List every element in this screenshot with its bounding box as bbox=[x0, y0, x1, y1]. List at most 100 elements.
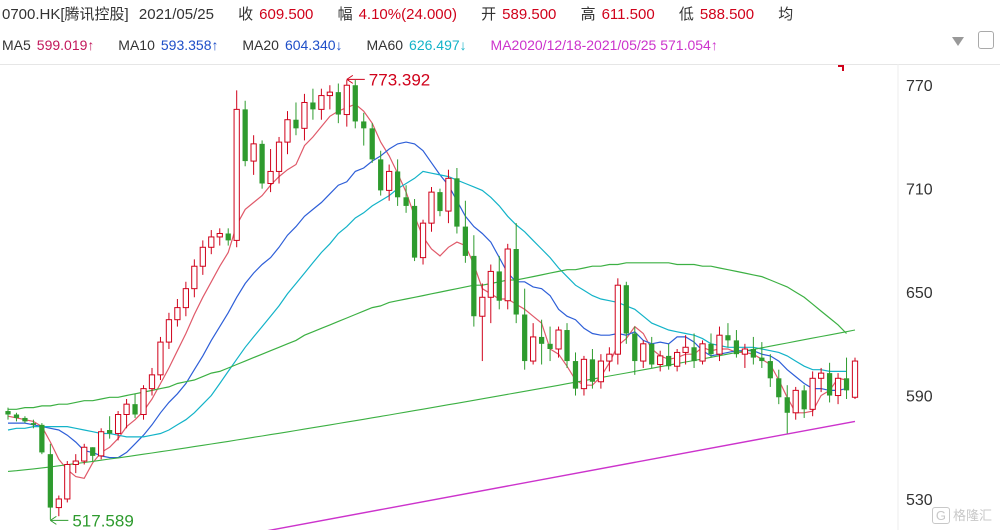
low-label: 低 bbox=[678, 6, 694, 23]
candle-body bbox=[513, 249, 519, 315]
candle-body bbox=[555, 329, 562, 350]
close-label: 收 bbox=[238, 6, 254, 23]
candle-body bbox=[47, 454, 53, 508]
candle-body bbox=[682, 346, 689, 353]
candle-body bbox=[225, 233, 231, 241]
candle-body bbox=[335, 92, 341, 115]
corner-controls bbox=[944, 31, 994, 50]
ma5-label: MA5 bbox=[2, 37, 31, 53]
low-annotation-label: 517.589 bbox=[72, 511, 133, 530]
candle-body bbox=[114, 414, 122, 434]
candle-body bbox=[140, 388, 147, 415]
candle-body bbox=[792, 389, 799, 414]
candle-body bbox=[733, 340, 740, 355]
candle-body bbox=[403, 197, 409, 206]
watermark: G 格隆汇 bbox=[931, 505, 992, 524]
candle-body bbox=[741, 348, 749, 355]
candle-body bbox=[487, 270, 494, 298]
candle-body bbox=[233, 108, 240, 241]
candle-body bbox=[361, 121, 367, 129]
candle-body bbox=[157, 341, 164, 376]
candle-body bbox=[419, 222, 427, 259]
high-value: 611.500 bbox=[601, 6, 655, 23]
candle-body bbox=[208, 236, 215, 248]
ma10-value: 593.358↑ bbox=[160, 37, 219, 53]
candle-body bbox=[445, 177, 452, 212]
candle-body bbox=[649, 343, 655, 365]
candle-body bbox=[462, 226, 469, 256]
candle-body bbox=[132, 404, 138, 415]
change-label: 幅 bbox=[337, 6, 353, 23]
candle-body bbox=[674, 351, 681, 367]
candle-body bbox=[809, 377, 816, 410]
candle-body bbox=[801, 390, 807, 410]
candle-body bbox=[123, 403, 130, 415]
candle-body bbox=[632, 333, 638, 362]
low-value: 588.500 bbox=[699, 6, 755, 23]
candle-body bbox=[589, 359, 596, 382]
candle-body bbox=[191, 265, 198, 290]
candle-body bbox=[640, 343, 647, 362]
candle-body bbox=[428, 191, 435, 224]
candle-body bbox=[98, 431, 105, 457]
candle-body bbox=[72, 460, 79, 465]
candlestick-chart[interactable]: 530 590 650 710 770 773.392 517.589 bbox=[0, 64, 1000, 530]
date-label: 2021/05/25 bbox=[138, 6, 214, 23]
candle-body bbox=[657, 355, 664, 366]
avg-label: 均 bbox=[778, 6, 794, 23]
candle-body bbox=[522, 314, 528, 362]
dropdown-triangle-icon[interactable] bbox=[951, 36, 964, 46]
candle-body bbox=[55, 498, 62, 509]
candle-body bbox=[378, 159, 384, 191]
candle-body bbox=[454, 178, 460, 227]
candle-body bbox=[250, 143, 257, 162]
candle-body bbox=[13, 414, 20, 418]
candle-body bbox=[275, 141, 283, 172]
candle-body bbox=[369, 128, 375, 160]
lock-icon[interactable] bbox=[978, 31, 994, 49]
ma60-value: 626.497↓ bbox=[409, 37, 467, 53]
candle-body bbox=[471, 255, 477, 317]
ma20-value: 604.340↓ bbox=[284, 37, 343, 53]
latest-marker-icon bbox=[838, 65, 844, 71]
candle-body bbox=[759, 357, 765, 362]
candle-body bbox=[784, 397, 790, 413]
candle-body bbox=[90, 447, 96, 456]
candle-body bbox=[691, 347, 697, 362]
candle-body bbox=[310, 102, 316, 110]
candle-body bbox=[182, 288, 189, 309]
candle-body bbox=[699, 343, 706, 362]
high-label: 高 bbox=[580, 6, 596, 23]
candle-body bbox=[284, 119, 291, 143]
candle-body bbox=[5, 411, 11, 415]
candle-body bbox=[259, 143, 265, 184]
candle-body bbox=[725, 335, 731, 341]
candle-body bbox=[666, 355, 672, 367]
candle-body bbox=[606, 353, 613, 362]
y-tick-label: 590 bbox=[906, 389, 933, 406]
y-tick-label: 530 bbox=[906, 492, 933, 509]
ma60-label: MA60 bbox=[366, 37, 404, 53]
candle-body bbox=[411, 205, 418, 258]
y-tick-label: 770 bbox=[906, 78, 933, 95]
candle-body bbox=[750, 348, 756, 358]
candle-body bbox=[834, 377, 842, 397]
candle-body bbox=[716, 334, 723, 355]
ma-line-ma5 bbox=[7, 103, 847, 479]
ma10-label: MA10 bbox=[118, 37, 155, 53]
candle-body bbox=[817, 372, 825, 379]
high-annotation-label: 773.392 bbox=[369, 70, 430, 89]
candle-body bbox=[22, 417, 28, 422]
ma20-label: MA20 bbox=[242, 37, 279, 53]
candle-body bbox=[538, 336, 545, 344]
candle-body bbox=[30, 423, 37, 425]
candle-body bbox=[614, 284, 621, 355]
candle-body bbox=[843, 378, 850, 391]
watermark-text: 格隆汇 bbox=[952, 508, 992, 523]
y-tick-label: 710 bbox=[906, 182, 933, 199]
ma-line-ma250 bbox=[267, 420, 856, 530]
candle-body bbox=[326, 91, 333, 97]
candle-body bbox=[242, 109, 248, 162]
candle-body bbox=[479, 296, 486, 317]
ma-line-ma20 bbox=[7, 170, 847, 438]
